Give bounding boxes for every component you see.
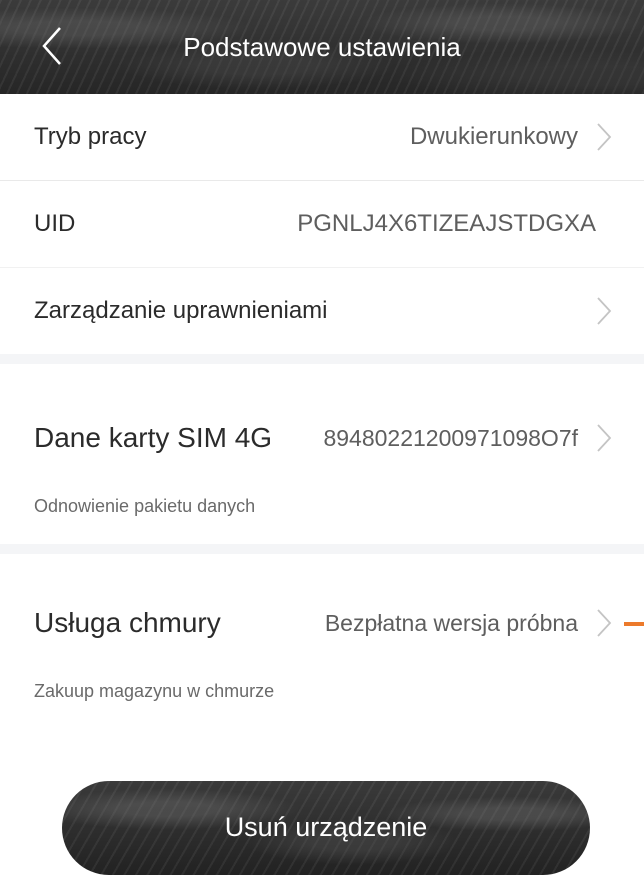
uid-row: UID PGNLJ4X6TIZEAJSTDGXA	[0, 181, 644, 267]
cloud-value: Bezpłatna wersja próbna	[324, 609, 578, 636]
chevron-right-icon	[584, 291, 612, 331]
sim-value: 89480221200971098O7f	[323, 424, 578, 451]
header-bar: Podstawowe ustawienia	[0, 0, 644, 94]
work-mode-label: Tryb pracy	[34, 123, 147, 150]
permissions-row[interactable]: Zarządzanie uprawnieniami	[0, 268, 644, 354]
work-mode-value: Dwukierunkowy	[409, 123, 578, 150]
chevron-right-icon	[584, 603, 612, 643]
uid-value: PGNLJ4X6TIZEAJSTDGXA	[297, 210, 596, 237]
work-mode-row[interactable]: Tryb pracy Dwukierunkowy	[0, 94, 644, 180]
sim-row[interactable]: Dane karty SIM 4G 89480221200971098O7f	[0, 398, 644, 478]
section-gap	[0, 354, 644, 364]
permissions-label: Zarządzanie uprawnieniami	[34, 297, 328, 324]
cloud-row[interactable]: Usługa chmury Bezpłatna wersja próbna	[0, 583, 644, 663]
chevron-left-icon	[42, 27, 61, 65]
uid-label: UID	[34, 210, 76, 237]
section-gap	[0, 544, 644, 554]
cloud-label: Usługa chmury	[34, 607, 221, 638]
data-package-renewal-link[interactable]: Odnowienie pakietu danych	[34, 496, 255, 517]
chevron-right-icon	[584, 117, 612, 157]
cloud-storage-purchase-link[interactable]: Zakuup magazynu w chmurze	[34, 681, 274, 702]
page-title: Podstawowe ustawienia	[183, 32, 461, 62]
sim-label: Dane karty SIM 4G	[34, 422, 273, 453]
chevron-right-icon	[584, 418, 612, 458]
back-button[interactable]	[32, 22, 72, 70]
orange-arrow-indicator	[624, 622, 644, 626]
